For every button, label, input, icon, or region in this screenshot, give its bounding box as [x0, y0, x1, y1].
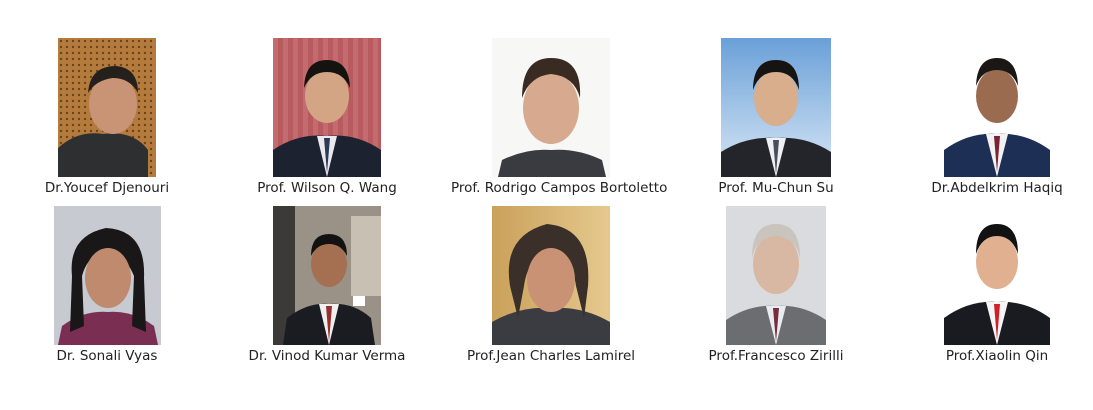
person-card[interactable]: Prof.Jean Charles Lamirel: [451, 206, 651, 364]
person-name: Dr. Sonali Vyas: [56, 348, 158, 364]
portrait-photo[interactable]: [273, 38, 381, 177]
person-name: Dr.Youcef Djenouri: [44, 180, 170, 196]
person-card[interactable]: Prof.Francesco Zirilli: [676, 206, 876, 364]
person-card[interactable]: Prof.Xiaolin Qin: [897, 206, 1093, 364]
person-name: Dr. Vinod Kumar Verma: [248, 348, 406, 364]
person-card[interactable]: Dr.Abdelkrim Haqiq: [897, 38, 1093, 196]
person-name: Dr.Abdelkrim Haqiq: [931, 180, 1063, 196]
portrait-photo[interactable]: [944, 206, 1050, 345]
portrait-photo[interactable]: [273, 206, 381, 345]
person-card[interactable]: Dr. Vinod Kumar Verma: [227, 206, 427, 364]
person-name: Prof. Rodrigo Campos Bortoletto: [451, 180, 668, 196]
person-card[interactable]: Prof. Wilson Q. Wang: [227, 38, 427, 196]
person-name: Prof.Xiaolin Qin: [945, 348, 1049, 364]
portrait-photo[interactable]: [58, 38, 156, 177]
person-name: Prof.Jean Charles Lamirel: [466, 348, 636, 364]
person-card[interactable]: Dr. Sonali Vyas: [7, 206, 207, 364]
person-card[interactable]: Prof. Mu-Chun Su: [676, 38, 876, 196]
people-grid: Dr.Youcef Djenouri Prof. Wilson Q. Wang: [0, 0, 1093, 410]
portrait-photo[interactable]: [53, 206, 161, 345]
portrait-photo[interactable]: [721, 38, 831, 177]
person-name: Prof. Mu-Chun Su: [718, 180, 834, 196]
person-name: Prof. Wilson Q. Wang: [257, 180, 397, 196]
portrait-photo[interactable]: [492, 206, 610, 345]
portrait-photo[interactable]: [726, 206, 826, 345]
person-card[interactable]: Prof. Rodrigo Campos Bortoletto: [451, 38, 668, 196]
person-name: Prof.Francesco Zirilli: [708, 348, 844, 364]
person-card[interactable]: Dr.Youcef Djenouri: [7, 38, 207, 196]
portrait-photo[interactable]: [492, 38, 610, 177]
portrait-photo[interactable]: [944, 38, 1050, 177]
